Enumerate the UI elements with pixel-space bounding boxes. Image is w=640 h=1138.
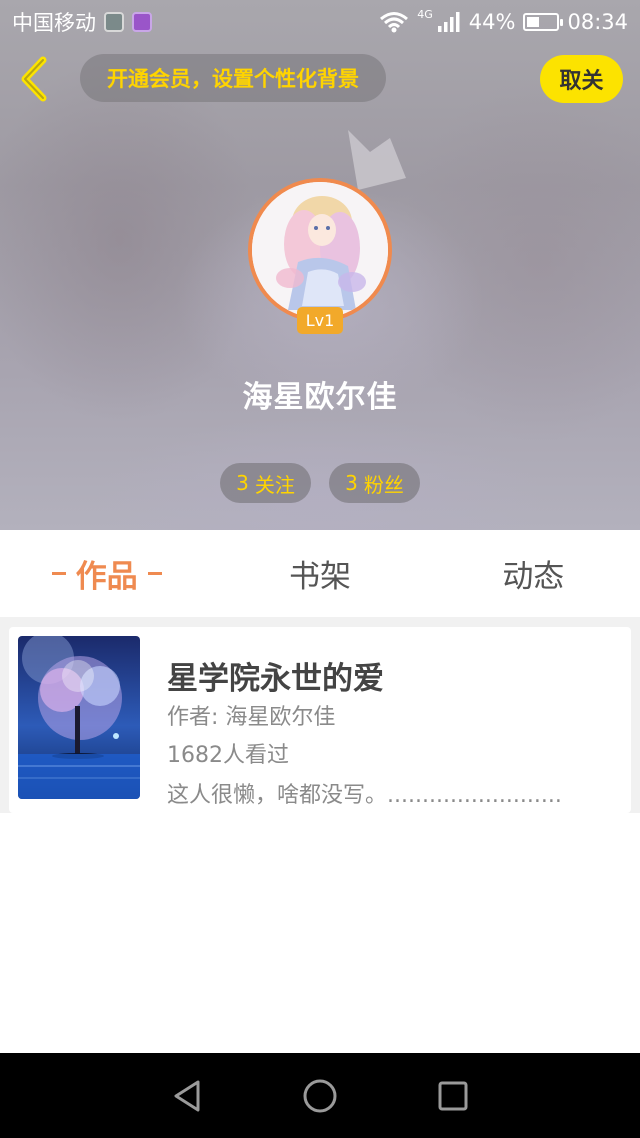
tab-indicator-left (51, 572, 66, 575)
nav-recents-button[interactable] (428, 1071, 478, 1121)
vip-prompt-text: 开通会员，设置个性化背景 (107, 67, 359, 91)
level-text: Lv1 (305, 311, 335, 330)
following-label: 关注 (254, 472, 295, 497)
recents-square-icon (438, 1081, 468, 1110)
signal-icon (437, 12, 460, 32)
list-item[interactable]: 星学院永世的爱 作者: 海星欧尔佳 1682人看过 这人很懒，啥都没写。....… (9, 627, 631, 813)
following-stat[interactable]: 3 关注 (220, 463, 311, 503)
tab-bookshelf-label: 书架 (288, 559, 351, 595)
back-button[interactable] (12, 54, 56, 104)
carrier-name: 中国移动 (12, 11, 96, 35)
book-cover (18, 636, 140, 799)
tab-bookshelf[interactable]: 书架 (213, 551, 426, 596)
unfollow-button[interactable]: 取关 (540, 55, 623, 103)
work-author: 作者: 海星欧尔佳 (167, 705, 336, 730)
system-nav-bar (0, 1053, 640, 1138)
gallery-notification-icon (132, 12, 152, 32)
vip-background-prompt[interactable]: 开通会员，设置个性化背景 (80, 54, 386, 102)
profile-header: 中国移动 4G 44% 08:34 开通会员，设置个性化背景 取关 Lv1 海星… (0, 0, 640, 530)
following-count: 3 (236, 471, 249, 495)
work-title: 星学院永世的爱 (167, 661, 384, 697)
avatar-image (252, 182, 388, 318)
app-notification-icon (104, 12, 124, 32)
battery-fill (527, 17, 540, 27)
tab-activity-label: 动态 (502, 559, 565, 595)
tab-works[interactable]: 作品 (0, 551, 213, 596)
book-cover-image (18, 636, 140, 799)
clock: 08:34 (567, 10, 628, 34)
fans-count: 3 (345, 471, 358, 495)
nav-home-button[interactable] (295, 1071, 345, 1121)
work-description: 这人很懒，啥都没写。......................... (167, 783, 562, 808)
unfollow-label: 取关 (559, 69, 604, 94)
chevron-left-icon (21, 56, 47, 102)
nav-back-button[interactable] (162, 1071, 212, 1121)
profile-tabs: 作品 书架 动态 (0, 530, 640, 617)
works-list: 星学院永世的爱 作者: 海星欧尔佳 1682人看过 这人很懒，啥都没写。....… (0, 617, 640, 1053)
level-badge: Lv1 (297, 307, 343, 334)
status-bar: 中国移动 4G 44% 08:34 (0, 0, 640, 44)
battery-icon (523, 13, 564, 31)
fans-label: 粉丝 (363, 472, 404, 497)
network-type: 4G (417, 7, 433, 21)
avatar[interactable] (248, 178, 392, 322)
tab-indicator-right (147, 572, 162, 575)
wifi-icon (380, 12, 409, 33)
back-triangle-icon (174, 1080, 200, 1111)
home-circle-icon (303, 1079, 337, 1112)
battery-percent: 44% (468, 10, 516, 34)
tab-activity[interactable]: 动态 (427, 551, 640, 596)
user-name: 海星欧尔佳 (242, 380, 398, 415)
tab-works-label: 作品 (75, 559, 138, 595)
work-views: 1682人看过 (167, 743, 289, 768)
fans-stat[interactable]: 3 粉丝 (329, 463, 420, 503)
